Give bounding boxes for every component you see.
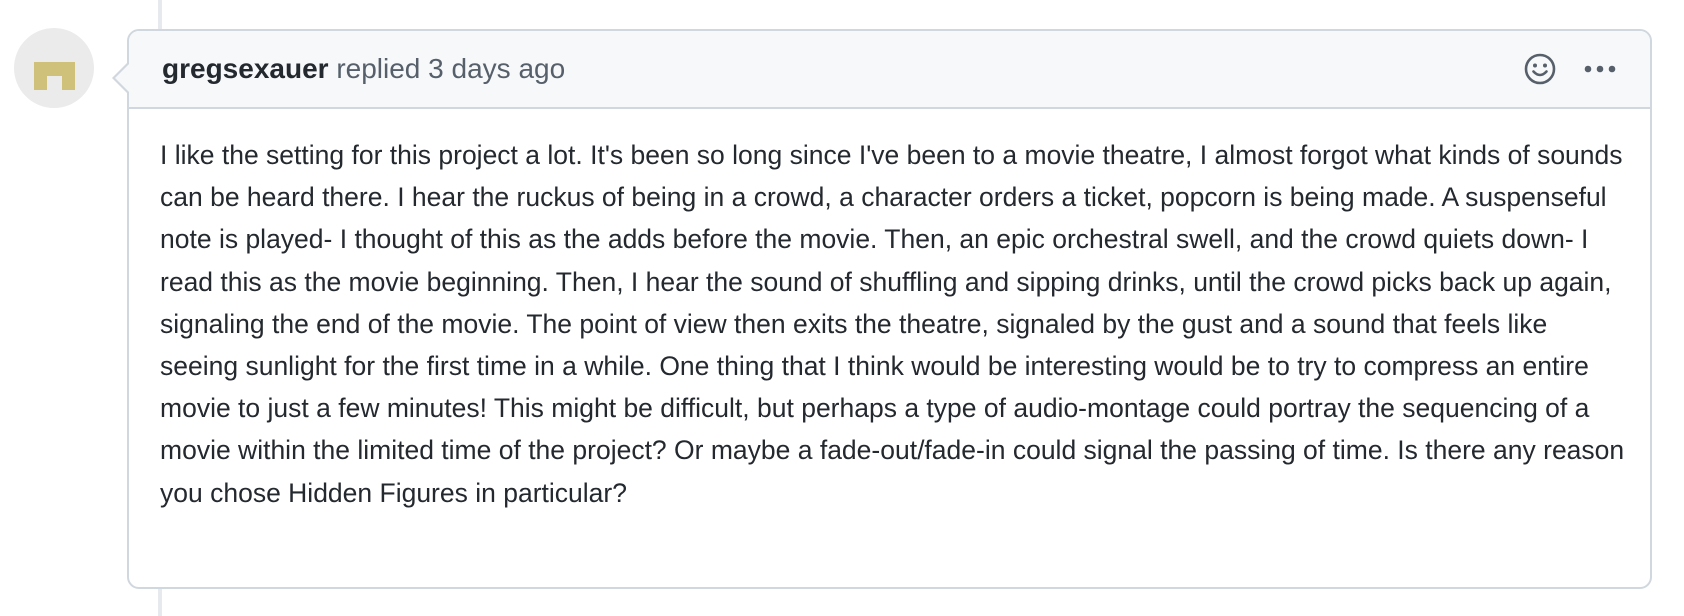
author-link[interactable]: gregsexauer xyxy=(162,53,329,84)
comment-body: I like the setting for this project a lo… xyxy=(160,134,1630,514)
comment-actions xyxy=(1520,51,1620,87)
avatar[interactable] xyxy=(14,28,94,108)
more-options-button[interactable] xyxy=(1580,49,1620,89)
comment-body-text: I like the setting for this project a lo… xyxy=(160,140,1625,508)
kebab-horizontal-icon xyxy=(1584,65,1616,73)
identicon-shape xyxy=(34,62,75,90)
add-reaction-button[interactable] xyxy=(1520,49,1560,89)
timestamp-link[interactable]: 3 days ago xyxy=(428,53,565,84)
comment-header-text: gregsexauer replied 3 days ago xyxy=(162,51,565,87)
comment-box: gregsexauer replied 3 days ago I like th… xyxy=(112,29,1652,589)
action-text: replied xyxy=(336,53,421,84)
smiley-icon xyxy=(1524,53,1556,85)
comment-header: gregsexauer replied 3 days ago xyxy=(129,31,1650,109)
